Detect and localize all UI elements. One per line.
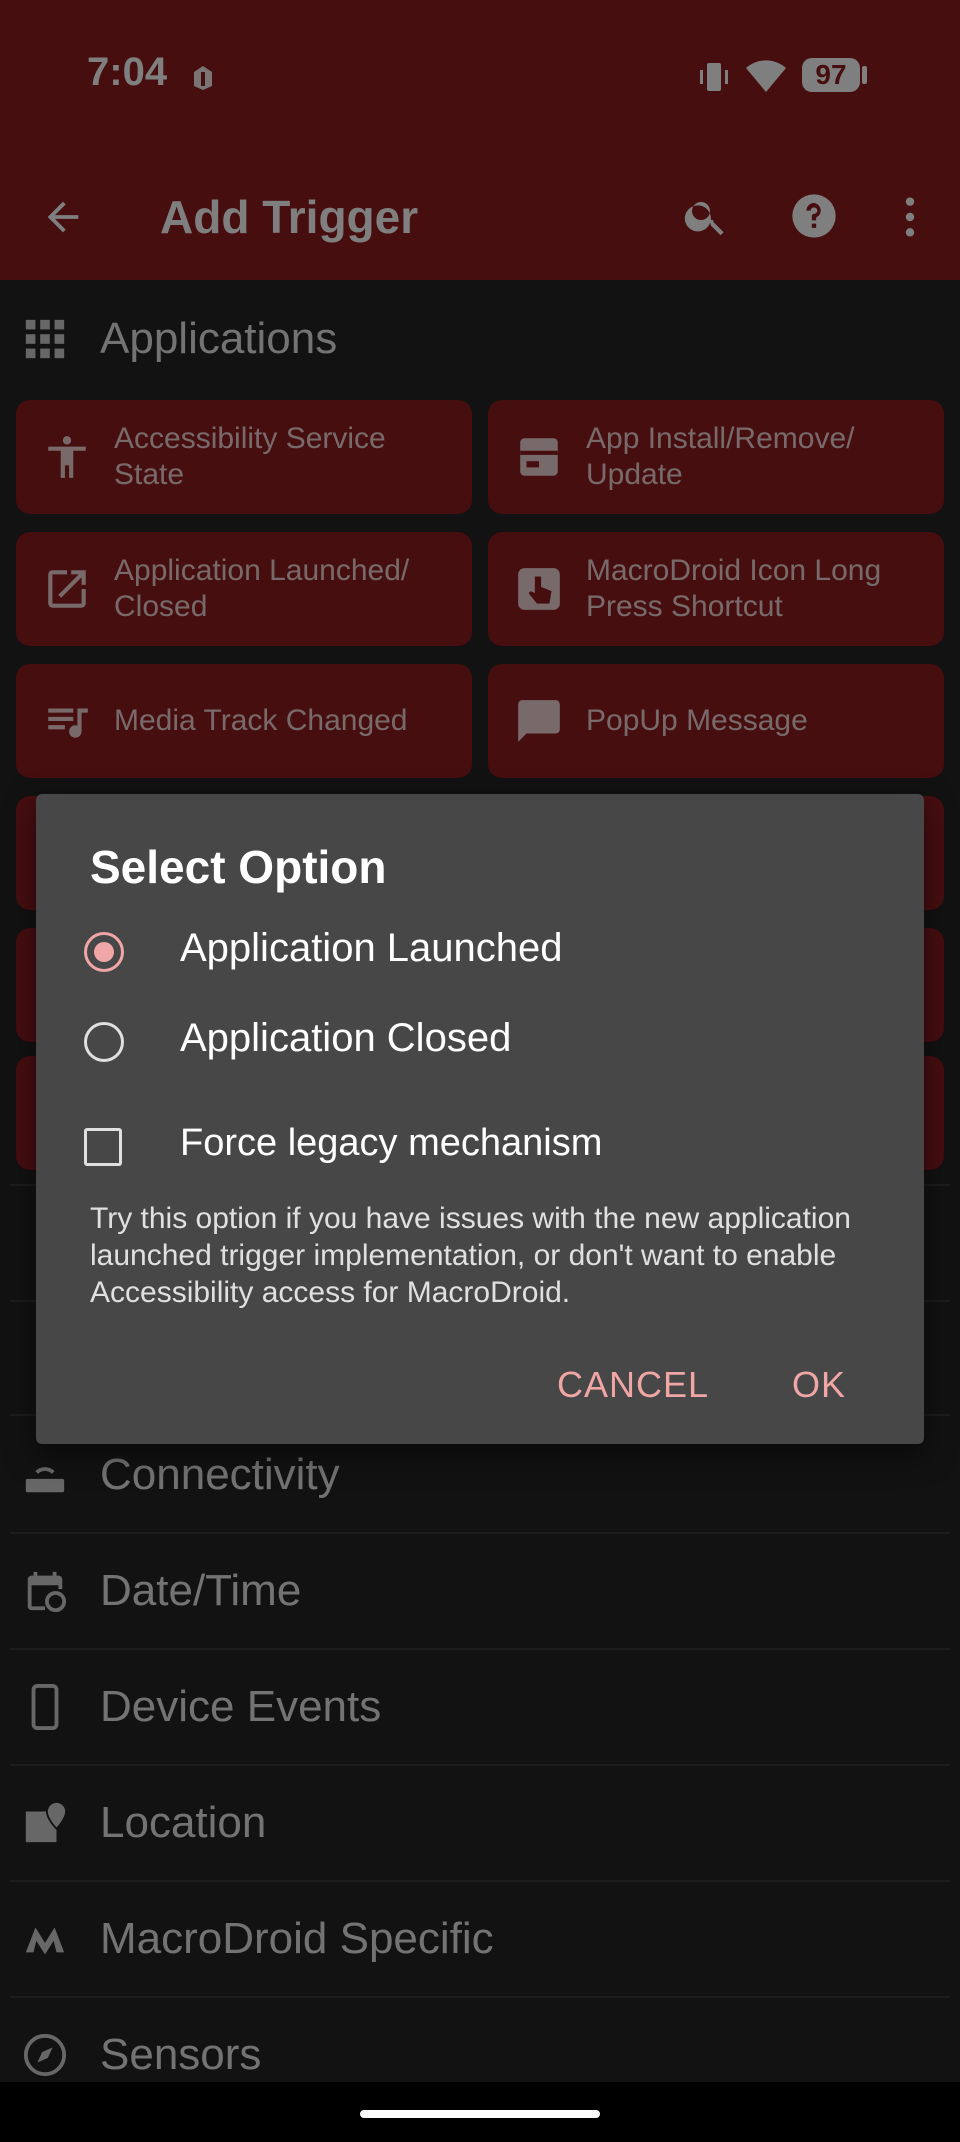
radio-application-closed[interactable]: Application Closed — [84, 1004, 864, 1084]
dialog-title: Select Option — [90, 841, 387, 893]
radio-label: Application Closed — [180, 1016, 512, 1060]
select-option-dialog: Select Option Application Launched Appli… — [36, 794, 924, 1444]
checkbox-icon[interactable] — [84, 1128, 122, 1166]
dialog-description: Try this option if you have issues with … — [90, 1202, 851, 1309]
radio-unchecked-icon[interactable] — [84, 1022, 124, 1062]
home-gesture-handle[interactable] — [360, 2110, 600, 2118]
checkbox-label: Force legacy mechanism — [180, 1122, 603, 1164]
radio-application-launched[interactable]: Application Launched — [84, 914, 864, 994]
radio-label: Application Launched — [180, 926, 563, 970]
force-legacy-checkbox-row[interactable]: Force legacy mechanism — [84, 1120, 864, 1180]
radio-checked-icon[interactable] — [84, 932, 124, 972]
cancel-button[interactable]: CANCEL — [557, 1364, 709, 1406]
ok-button[interactable]: OK — [792, 1364, 846, 1406]
